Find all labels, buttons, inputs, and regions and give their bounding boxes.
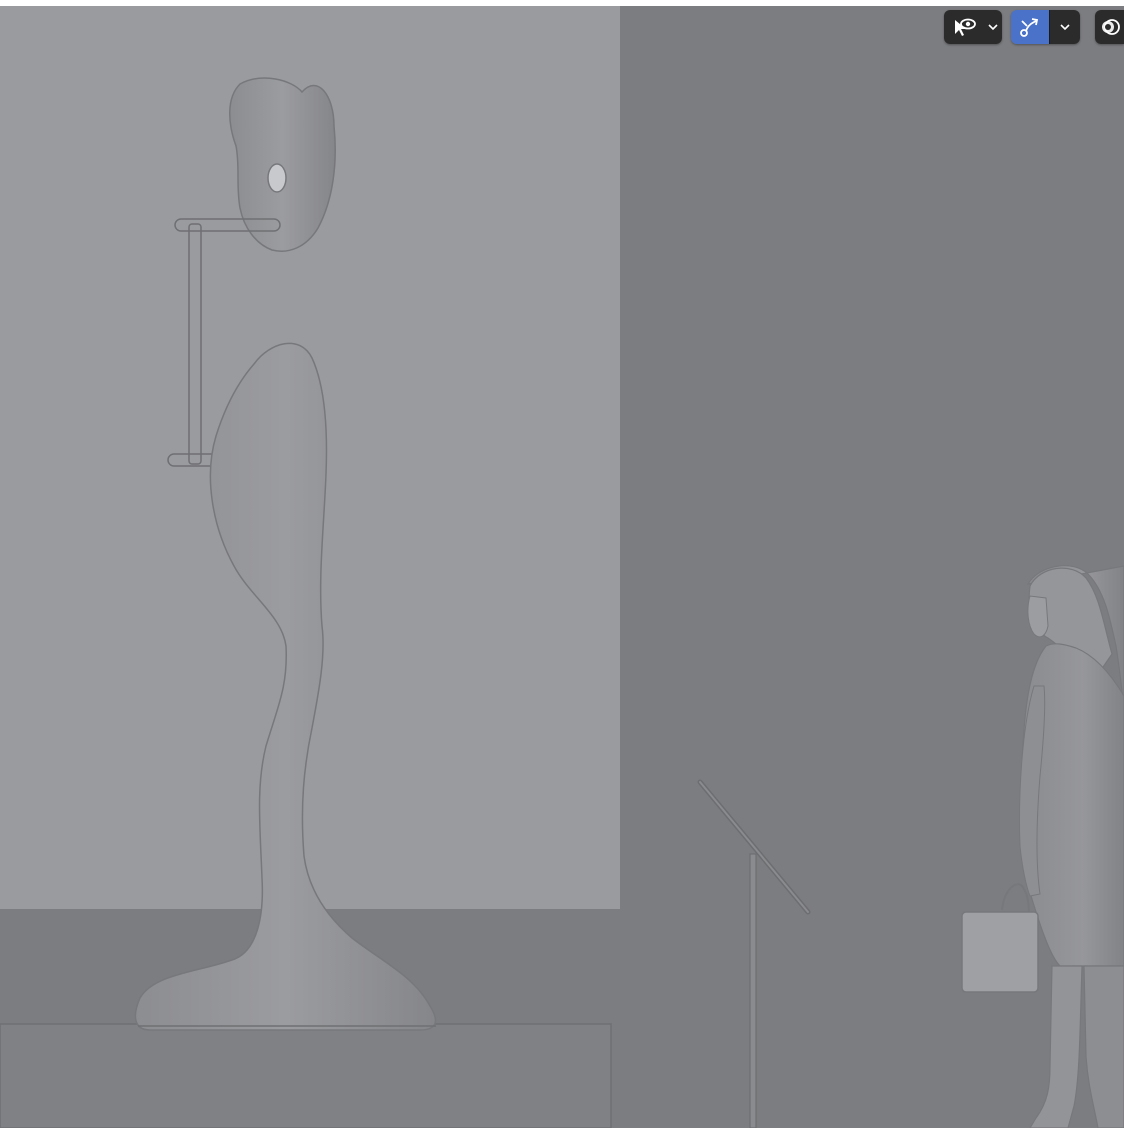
chevron-down-icon xyxy=(1060,24,1070,31)
stand-pole[interactable] xyxy=(749,853,757,1128)
sculpture-head[interactable] xyxy=(229,77,336,252)
eye-pointer-icon xyxy=(955,18,976,36)
pedestal xyxy=(0,1023,612,1128)
overlay-circles-icon xyxy=(1101,19,1120,35)
viewport-scene[interactable] xyxy=(0,6,1124,1128)
sculpture-head-hole xyxy=(267,163,287,193)
gizmo-group xyxy=(1011,10,1080,44)
selectability-visibility-group xyxy=(944,10,1002,44)
overlay-toggle-button[interactable] xyxy=(1095,10,1124,44)
gizmo-icon xyxy=(1020,18,1039,37)
selectability-dropdown-button[interactable] xyxy=(984,10,1002,44)
gizmo-toggle-button[interactable] xyxy=(1011,10,1049,44)
gizmo-dropdown-button[interactable] xyxy=(1050,10,1080,44)
overlay-group xyxy=(1095,10,1124,44)
selectability-visibility-button[interactable] xyxy=(944,10,984,44)
woman-figure[interactable] xyxy=(961,565,1124,1128)
3d-viewport[interactable] xyxy=(0,6,1124,1128)
chevron-down-icon xyxy=(988,24,998,31)
